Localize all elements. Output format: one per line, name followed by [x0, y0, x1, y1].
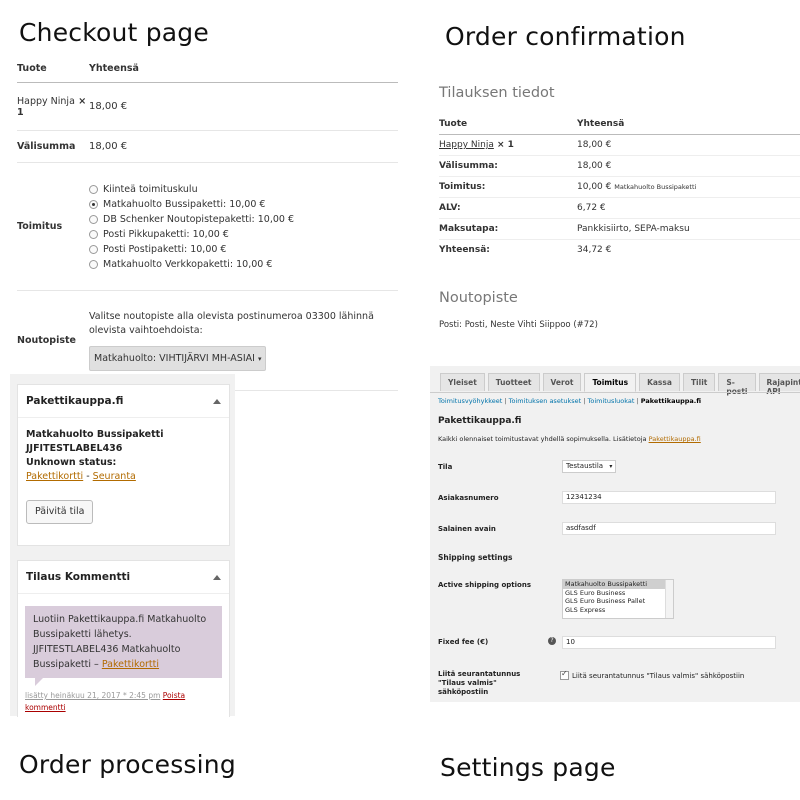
shipping-service: Matkahuolto Bussipaketti	[26, 429, 164, 440]
section-title: Pakettikauppa.fi	[438, 416, 522, 426]
table-row: Toimitus: 10,00 € Matkahuolto Bussipaket…	[439, 177, 800, 198]
settings-tabs: Yleiset Tuotteet Verot Toimitus Kassa Ti…	[440, 373, 800, 396]
shipping-settings-heading: Shipping settings	[438, 553, 513, 562]
secret-key-input[interactable]: asdfasdf	[562, 522, 776, 535]
shipping-label: Toimitus	[17, 162, 89, 291]
tab-checkout[interactable]: Kassa	[639, 373, 680, 391]
tracking-email-label: Liitä seurantatunnus "Tilaus valmis" säh…	[438, 670, 521, 696]
shipping-subnav: Toimitusvyöhykkeet | Toimituksen asetuks…	[438, 397, 702, 405]
status-text: Unknown status:	[26, 457, 117, 468]
shipping-option[interactable]: Kiinteä toimituskulu	[89, 182, 398, 197]
mode-label: Tila	[438, 463, 453, 471]
collapse-toggle-icon[interactable]	[213, 398, 221, 404]
metabox-title: Pakettikauppa.fi	[26, 395, 124, 407]
order-details-table: Tuote Yhteensä Happy Ninja × 1 18,00 € V…	[439, 114, 800, 260]
active-shipping-multiselect[interactable]: Matkahuolto Bussipaketti GLS Euro Busine…	[562, 579, 674, 619]
chevron-down-icon: ▾	[609, 463, 613, 470]
mode-select[interactable]: Testaustila ▾	[562, 460, 617, 473]
order-processing-title: Order processing	[19, 750, 236, 779]
fixed-fee-input[interactable]: 10	[562, 636, 776, 649]
info-link[interactable]: Pakettikauppa.fi	[649, 435, 701, 443]
help-icon[interactable]: ?	[548, 637, 556, 645]
pakettikauppa-metabox: Pakettikauppa.fi Matkahuolto Bussipakett…	[17, 384, 230, 546]
tab-tax[interactable]: Verot	[542, 373, 582, 391]
product-name: Happy Ninja	[17, 95, 75, 107]
pickup-instructions: Valitse noutopiste alla olevista postinu…	[89, 311, 374, 336]
tab-shipping[interactable]: Toimitus	[584, 373, 637, 392]
radio-button[interactable]	[89, 244, 98, 254]
section-description: Kaikki olennaiset toimitustavat yhdellä …	[438, 435, 701, 443]
list-item[interactable]: GLS Euro Business Pallet	[563, 597, 673, 606]
order-note: Luotiin Pakettikauppa.fi Matkahuolto Bus…	[25, 606, 222, 686]
shipping-option[interactable]: Posti Postipaketti: 10,00 €	[89, 242, 398, 257]
radio-button[interactable]	[89, 229, 98, 239]
order-processing-panel: Pakettikauppa.fi Matkahuolto Bussipakett…	[10, 374, 235, 717]
subnav-zones[interactable]: Toimitusvyöhykkeet	[438, 397, 502, 405]
shipping-option[interactable]: Posti Pikkupaketti: 10,00 €	[89, 227, 398, 242]
fixed-fee-label: Fixed fee (€)	[438, 638, 489, 646]
tab-products[interactable]: Tuotteet	[487, 373, 540, 391]
metabox-title: Tilaus Kommentti	[26, 571, 131, 583]
subnav-classes[interactable]: Toimitusluokat	[588, 397, 635, 405]
list-item[interactable]: GLS Express	[563, 606, 673, 615]
radio-button[interactable]	[89, 184, 98, 194]
table-row: Välisumma: 18,00 €	[439, 156, 800, 177]
radio-button[interactable]	[89, 214, 98, 224]
label-card-link[interactable]: Pakettikortti	[26, 471, 83, 482]
order-details-heading: Tilauksen tiedot	[439, 85, 555, 101]
tab-divider	[430, 392, 800, 393]
tab-api[interactable]: Rajapinta API	[758, 373, 800, 396]
shipping-option[interactable]: Matkahuolto Verkkopaketti: 10,00 €	[89, 257, 398, 272]
checkout-page-title: Checkout page	[19, 18, 209, 47]
collapse-toggle-icon[interactable]	[213, 574, 221, 580]
tracking-email-checkbox[interactable]	[560, 669, 569, 680]
subnav-options[interactable]: Toimituksen asetukset	[509, 397, 582, 405]
subtotal-value: 18,00 €	[89, 130, 398, 163]
column-header-total: Yhteensä	[89, 57, 398, 83]
checkout-order-table: Tuote Yhteensä Happy Ninja × 1 18,00 € V…	[17, 57, 398, 391]
subtotal-label: Välisumma	[17, 130, 89, 163]
label-card-link[interactable]: Pakettikortti	[102, 659, 159, 670]
table-header: Tuote Yhteensä	[439, 114, 800, 135]
table-row: Happy Ninja × 1 18,00 €	[17, 82, 398, 131]
column-header-product: Tuote	[17, 57, 89, 83]
secret-key-label: Salainen avain	[438, 525, 496, 533]
tab-general[interactable]: Yleiset	[440, 373, 485, 391]
list-item[interactable]: GLS Euro Business	[563, 589, 673, 598]
pickup-point-text: Posti: Posti, Neste Vihti Siippoo (#72)	[439, 320, 598, 330]
table-row: Maksutapa: Pankkisiirto, SEPA-maksu	[439, 219, 800, 240]
update-status-button[interactable]: Päivitä tila	[26, 500, 94, 524]
order-notes-metabox: Tilaus Kommentti Luotiin Pakettikauppa.f…	[17, 560, 230, 717]
table-row: ALV: 6,72 €	[439, 198, 800, 219]
subnav-pakettikauppa: Pakettikauppa.fi	[640, 397, 702, 405]
radio-button-selected[interactable]	[89, 199, 98, 209]
table-row: Happy Ninja × 1 18,00 €	[439, 135, 800, 156]
pickup-point-select[interactable]: Matkahuolto: VIHTIJÄRVI MH-ASIAI ▾	[89, 346, 267, 371]
note-meta: lisätty heinäkuu 21, 2017 * 2:45 pm Pois…	[25, 691, 186, 712]
order-confirmation-title: Order confirmation	[445, 22, 686, 51]
table-row: Toimitus Kiinteä toimituskulu Matkahuolt…	[17, 162, 398, 291]
settings-page-title: Settings page	[440, 753, 616, 782]
tab-email[interactable]: S-posti	[718, 373, 756, 396]
tab-accounts[interactable]: Tilit	[682, 373, 716, 391]
customer-number-label: Asiakasnumero	[438, 494, 499, 502]
radio-button[interactable]	[89, 259, 98, 269]
product-total: 18,00 €	[89, 82, 398, 131]
customer-number-input[interactable]: 12341234	[562, 491, 776, 504]
tracking-link[interactable]: Seuranta	[93, 471, 136, 482]
tracking-email-checkbox-label: Liitä seurantatunnus "Tilaus valmis" säh…	[572, 672, 745, 680]
shipping-options: Kiinteä toimituskulu Matkahuolto Bussipa…	[89, 162, 398, 291]
shipping-option[interactable]: Matkahuolto Bussipaketti: 10,00 €	[89, 197, 398, 212]
settings-panel: Yleiset Tuotteet Verot Toimitus Kassa Ti…	[430, 366, 800, 702]
product-link[interactable]: Happy Ninja	[439, 140, 494, 150]
active-options-label: Active shipping options	[438, 581, 531, 589]
shipping-option[interactable]: DB Schenker Noutopistepaketti: 10,00 €	[89, 212, 398, 227]
pickup-point-heading: Noutopiste	[439, 290, 518, 306]
table-row: Yhteensä: 34,72 €	[439, 245, 612, 255]
tracking-code: JJFITESTLABEL436	[26, 443, 123, 454]
table-row: Välisumma 18,00 €	[17, 130, 398, 163]
chevron-down-icon: ▾	[257, 355, 262, 363]
list-item[interactable]: Matkahuolto Bussipaketti	[563, 580, 673, 589]
scrollbar[interactable]	[665, 580, 673, 618]
